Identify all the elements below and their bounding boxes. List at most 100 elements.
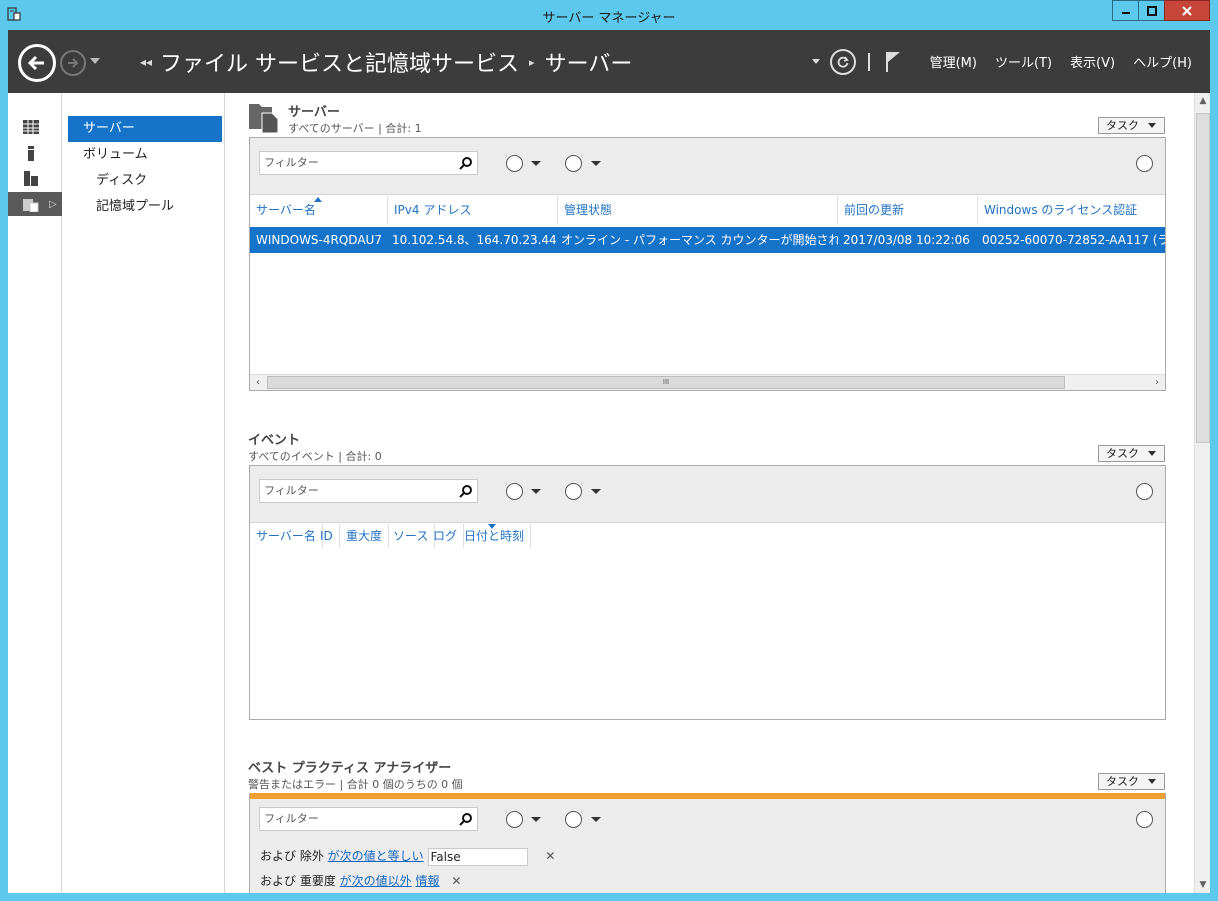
cell-windows-activation: 00252-60070-72852-AA117 (ラ <box>982 233 1165 247</box>
bpa-collapse-icon[interactable] <box>1136 811 1153 828</box>
nav-item-volumes[interactable]: ボリューム <box>68 142 222 168</box>
remove-criterion-icon[interactable]: ✕ <box>451 874 461 888</box>
col-last-update[interactable]: 前回の更新 <box>838 196 978 224</box>
minimize-icon <box>1121 11 1130 14</box>
events-section-subtitle: すべてのイベント | 合計: 0 <box>248 450 382 463</box>
bpa-filter-placeholder: フィルター <box>264 812 319 825</box>
expand-arrow-icon[interactable]: ▷ <box>49 199 57 210</box>
nav-item-storage-pools[interactable]: 記憶域プール <box>68 194 222 220</box>
vertical-scrollbar[interactable]: ▲ ▼ <box>1194 93 1210 893</box>
criterion-operator-link[interactable]: が次の値以外 <box>340 874 412 888</box>
search-icon[interactable] <box>459 812 473 826</box>
criterion-operator-link[interactable]: が次の値と等しい <box>328 849 424 863</box>
breadcrumb-item-servers: サーバー <box>544 52 633 77</box>
rail-all-servers[interactable] <box>8 166 62 190</box>
remove-criterion-icon[interactable]: ✕ <box>545 849 555 863</box>
menu-manage[interactable]: 管理(M) <box>930 52 977 71</box>
scroll-left-icon[interactable]: ‹ <box>250 375 266 391</box>
events-filter-placeholder: フィルター <box>264 484 319 497</box>
servers-expand-icon[interactable] <box>1136 155 1153 172</box>
maximize-button[interactable] <box>1138 0 1165 21</box>
window-frame: ◂◂ ファイル サービスと記憶域サービス ▸ サーバー 管理(M) ツール(T)… <box>8 30 1210 893</box>
bpa-criterion-severity: および 重要度 が次の値以外 情報 ✕ <box>260 872 461 889</box>
col-windows-activation[interactable]: Windows のライセンス認証 <box>978 196 1165 224</box>
events-expand-icon[interactable] <box>1136 483 1153 500</box>
col-ipv4[interactable]: IPv4 アドレス <box>388 196 558 224</box>
search-icon[interactable] <box>459 484 473 498</box>
notifications-flag-icon[interactable] <box>884 50 902 74</box>
sub-navigation: サーバー ボリューム ディスク 記憶域プール <box>63 93 225 893</box>
close-button[interactable] <box>1164 0 1210 21</box>
ev-col-id[interactable]: ID <box>314 524 340 548</box>
cell-manageability: オンライン - パフォーマンス カウンターが開始されていません <box>561 233 838 247</box>
servers-panel: フィルター サーバー名 IPv4 アドレス 管理状態 前回の更新 Windows… <box>249 137 1166 391</box>
nav-item-servers[interactable]: サーバー <box>68 116 222 142</box>
servers-filter-input[interactable]: フィルター <box>259 151 478 175</box>
servers-scroll-thumb[interactable]: III <box>267 376 1065 389</box>
breadcrumb: ◂◂ ファイル サービスと記憶域サービス ▸ サーバー <box>136 46 632 78</box>
servers-folder-icon <box>249 104 279 133</box>
ev-col-severity[interactable]: 重大度 <box>340 524 390 548</box>
events-task-button[interactable]: タスク <box>1098 445 1165 462</box>
rail-dashboard[interactable] <box>8 115 62 139</box>
breadcrumb-item-file-services[interactable]: ファイル サービスと記憶域サービス <box>160 46 519 78</box>
events-query-options-icon[interactable] <box>506 483 523 500</box>
history-dropdown-icon[interactable] <box>90 58 100 64</box>
search-icon[interactable] <box>459 156 473 170</box>
title-bar: サーバー マネージャー <box>0 0 1218 30</box>
menu-view[interactable]: 表示(V) <box>1070 52 1115 71</box>
servers-section-title: サーバー <box>288 105 340 120</box>
criterion-prefix: および 重要度 <box>260 874 336 888</box>
criterion-prefix: および 除外 <box>260 849 324 863</box>
criterion-value-input[interactable]: False <box>427 847 528 866</box>
events-save-query-caret-icon[interactable] <box>591 489 601 494</box>
back-button[interactable] <box>18 44 56 82</box>
rail-file-storage-services[interactable]: ▷ <box>8 192 62 216</box>
col-manageability[interactable]: 管理状態 <box>558 196 838 224</box>
events-query-options-caret-icon[interactable] <box>531 489 541 494</box>
breadcrumb-overflow-icon[interactable]: ◂◂ <box>140 55 152 69</box>
local-server-icon <box>28 146 34 161</box>
maximize-icon <box>1146 5 1157 16</box>
servers-task-button[interactable]: タスク <box>1098 117 1165 134</box>
vertical-scroll-thumb[interactable] <box>1196 113 1210 443</box>
menu-tools[interactable]: ツール(T) <box>995 52 1052 71</box>
minimize-button[interactable] <box>1112 0 1139 21</box>
left-rail: ▷ <box>8 93 62 893</box>
bpa-filter-input[interactable]: フィルター <box>259 807 478 831</box>
arrow-right-icon <box>68 58 79 68</box>
bpa-save-query-icon[interactable] <box>565 811 582 828</box>
scroll-right-icon[interactable]: › <box>1149 375 1165 391</box>
ev-col-server-name[interactable]: サーバー名 <box>250 524 323 548</box>
bpa-query-options-icon[interactable] <box>506 811 523 828</box>
events-save-query-icon[interactable] <box>565 483 582 500</box>
nav-item-disks[interactable]: ディスク <box>68 168 222 194</box>
window-title: サーバー マネージャー <box>542 11 676 26</box>
breadcrumb-separator-icon: ▸ <box>529 55 535 69</box>
bpa-warning-strip <box>250 793 1165 799</box>
criterion-value-link[interactable]: 情報 <box>416 874 440 888</box>
bpa-section-subtitle: 警告またはエラー | 合計 0 個のうちの 0 個 <box>248 778 463 791</box>
cell-server-name: WINDOWS-4RQDAU7 <box>256 233 382 247</box>
events-section-title: イベント <box>248 433 301 448</box>
table-row[interactable]: WINDOWS-4RQDAU7 10.102.54.8、164.70.23.44… <box>250 227 1165 253</box>
bpa-task-button[interactable]: タスク <box>1098 773 1165 790</box>
close-icon <box>1182 5 1192 16</box>
bpa-save-query-caret-icon[interactable] <box>591 817 601 822</box>
forward-button[interactable] <box>60 50 86 76</box>
scroll-down-icon[interactable]: ▼ <box>1195 877 1211 893</box>
servers-horizontal-scrollbar[interactable]: ‹ III › <box>250 374 1165 390</box>
servers-save-query-icon[interactable] <box>565 155 582 172</box>
servers-save-query-caret-icon[interactable] <box>591 161 601 166</box>
breadcrumb-dropdown-icon[interactable] <box>811 59 820 64</box>
scroll-up-icon[interactable]: ▲ <box>1195 93 1211 109</box>
events-filter-input[interactable]: フィルター <box>259 479 478 503</box>
servers-query-options-icon[interactable] <box>506 155 523 172</box>
sort-ascending-icon <box>314 197 322 202</box>
rail-local-server[interactable] <box>8 141 62 165</box>
menu-help[interactable]: ヘルプ(H) <box>1133 52 1192 71</box>
bpa-query-options-caret-icon[interactable] <box>531 817 541 822</box>
servers-query-options-caret-icon[interactable] <box>531 161 541 166</box>
refresh-button[interactable] <box>829 48 856 75</box>
sort-descending-icon <box>488 524 496 529</box>
